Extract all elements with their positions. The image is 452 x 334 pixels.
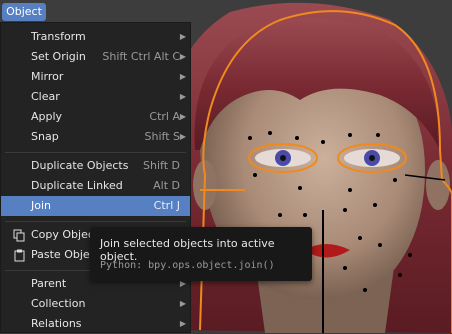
menu-item-label: Apply [31,110,63,123]
menu-item-label: Snap [31,130,59,143]
menu-item-shortcut: Alt D [153,179,180,192]
menu-separator [5,221,186,222]
submenu-arrow-icon: ▶ [179,52,186,61]
menu-item-mirror[interactable]: Mirror ▶ [1,67,190,87]
submenu-arrow-icon: ▶ [179,299,186,308]
menu-item-label: Relations [31,317,82,330]
join-tooltip: Join selected objects into active object… [90,227,312,281]
menu-item-relations[interactable]: Relations ▶ [1,314,190,334]
menu-item-label: Mirror [31,70,64,83]
menu-item-join[interactable]: Join Ctrl J [1,196,190,216]
menu-separator [5,152,186,153]
submenu-arrow-icon: ▶ [179,319,186,328]
menu-item-apply[interactable]: Apply Ctrl A ▶ [1,107,190,127]
menu-item-label: Duplicate Objects [31,159,129,172]
menu-item-label: Copy Object [31,228,99,241]
menu-item-duplicate-linked[interactable]: Duplicate Linked Alt D [1,176,190,196]
copy-icon [13,229,25,242]
menu-item-label: Parent [31,277,67,290]
menu-item-snap[interactable]: Snap Shift S ▶ [1,127,190,147]
submenu-arrow-icon: ▶ [179,112,186,121]
menu-item-label: Duplicate Linked [31,179,123,192]
menu-item-shortcut: Ctrl A [149,110,180,123]
submenu-arrow-icon: ▶ [179,132,186,141]
menu-item-label: Transform [31,30,86,43]
menu-item-label: Set Origin [31,50,86,63]
menu-item-label: Clear [31,90,60,103]
menu-item-set-origin[interactable]: Set Origin Shift Ctrl Alt C ▶ [1,47,190,67]
menu-item-label: Join [31,199,52,212]
menu-item-shortcut: Shift S [144,130,180,143]
menu-item-duplicate-objects[interactable]: Duplicate Objects Shift D [1,156,190,176]
paste-icon [14,249,25,262]
menu-item-shortcut: Shift Ctrl Alt C [102,50,180,63]
menu-item-label: Collection [31,297,86,310]
object-menu-button[interactable]: Object [2,3,46,21]
menu-item-shortcut: Ctrl J [153,199,180,212]
menu-item-collection[interactable]: Collection ▶ [1,294,190,314]
tooltip-python: Python: bpy.ops.object.join() [100,260,275,271]
menu-item-clear[interactable]: Clear ▶ [1,87,190,107]
menu-item-shortcut: Shift D [143,159,180,172]
submenu-arrow-icon: ▶ [179,72,186,81]
submenu-arrow-icon: ▶ [179,32,186,41]
object-menu-dropdown: Transform ▶ Set Origin Shift Ctrl Alt C … [0,22,191,333]
submenu-arrow-icon: ▶ [179,92,186,101]
menu-item-transform[interactable]: Transform ▶ [1,27,190,47]
